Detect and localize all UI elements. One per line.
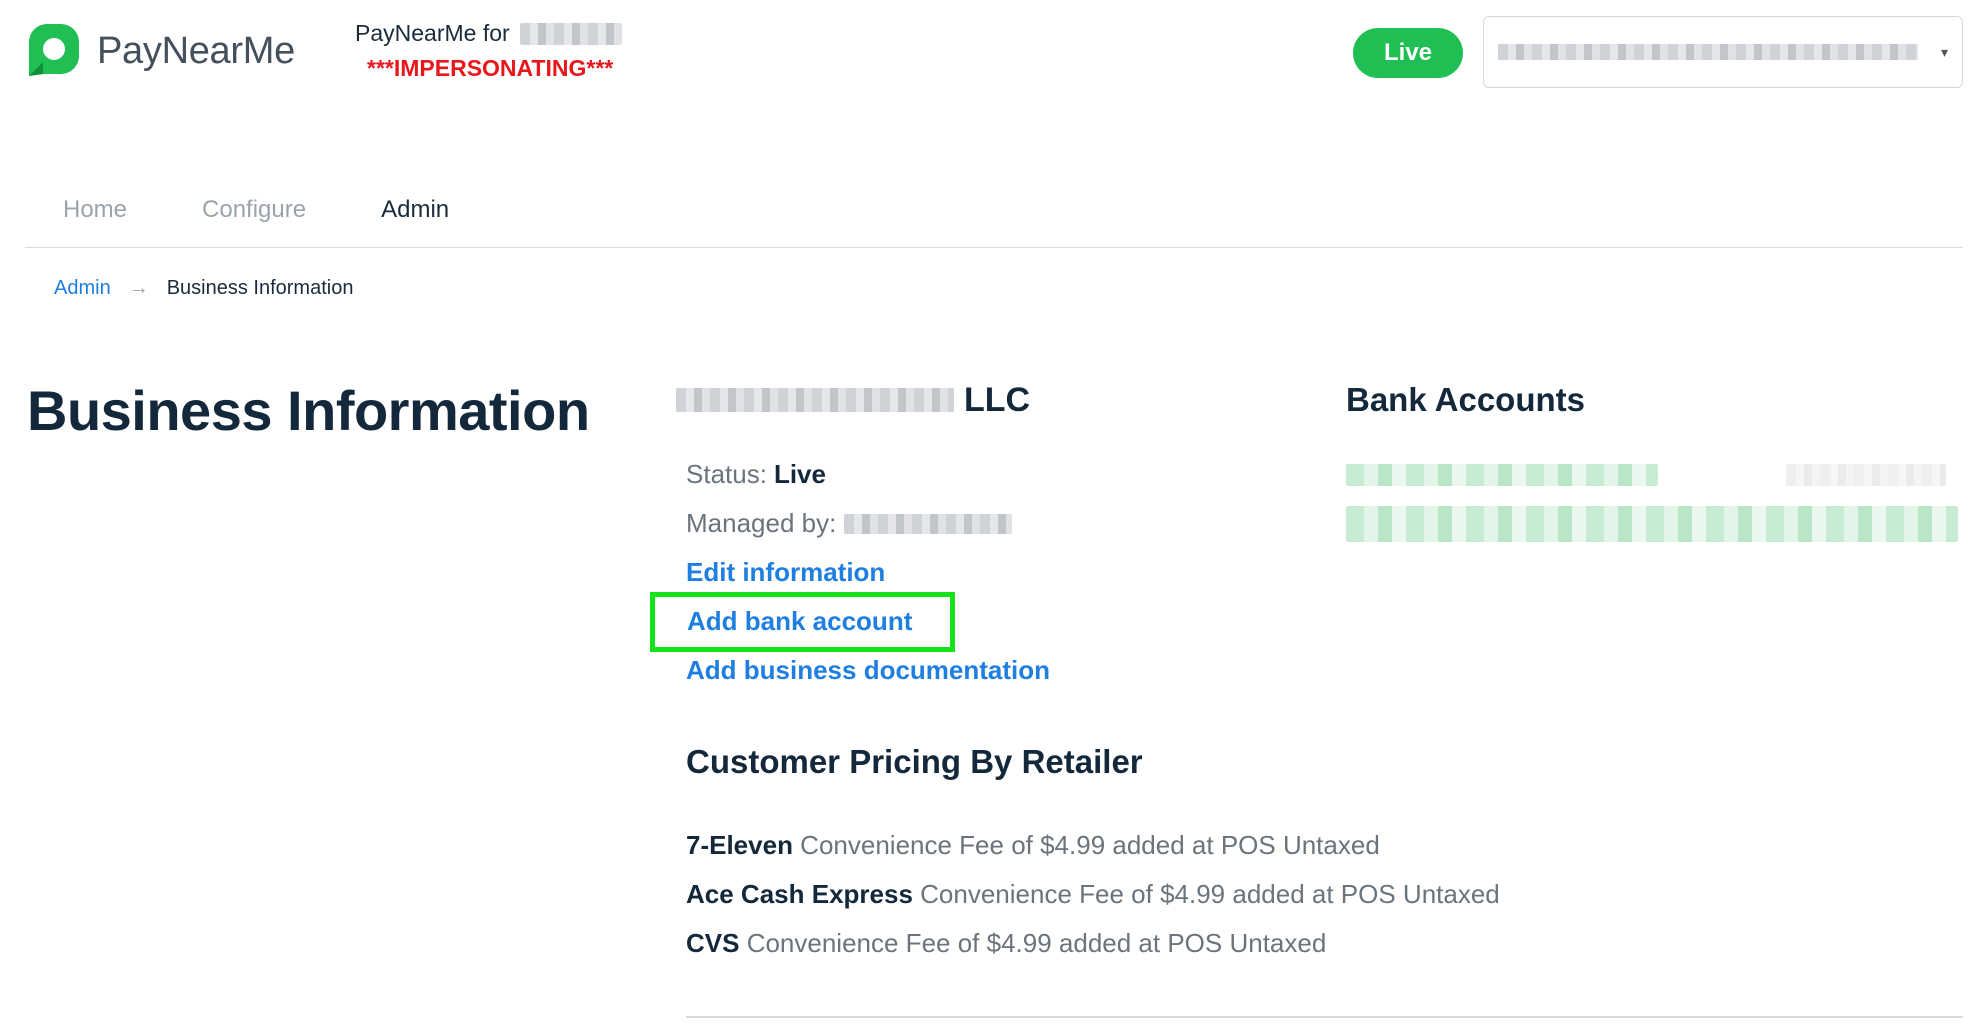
business-name: LLC <box>676 372 1366 428</box>
retailer-fee-detail: Convenience Fee of $4.99 added at POS Un… <box>800 830 1380 860</box>
bank-account-redacted <box>1346 464 1658 486</box>
pricing-row: CVS Convenience Fee of $4.99 added at PO… <box>686 919 1366 968</box>
bank-accounts-title: Bank Accounts <box>1346 381 1585 418</box>
add-bank-account-link[interactable]: Add bank account <box>687 606 912 636</box>
chevron-down-icon: ▾ <box>1940 43 1948 60</box>
pricing-row: Ace Cash Express Convenience Fee of $4.9… <box>686 870 1500 919</box>
add-business-documentation-link[interactable]: Add business documentation <box>686 646 1366 695</box>
business-name-redacted <box>676 388 954 412</box>
arrow-right-icon: → <box>128 277 149 299</box>
managed-by-redacted <box>844 513 1013 534</box>
paynearme-logo-icon <box>29 24 79 76</box>
paynearme-logo[interactable]: PayNearMe <box>25 22 295 80</box>
impersonation-banner: PayNearMe for ***IMPERSONATING*** <box>355 20 635 82</box>
status-label: Status: <box>686 459 767 489</box>
pricing-section-title: Customer Pricing By Retailer <box>686 743 1143 780</box>
status-line: Status: Live <box>686 450 1366 499</box>
page-title: Business Information <box>27 379 590 442</box>
section-divider <box>686 1016 1963 1018</box>
breadcrumb-current: Business Information <box>166 277 354 299</box>
impersonation-warning: ***IMPERSONATING*** <box>367 55 614 81</box>
pricing-list: 7-Eleven Convenience Fee of $4.99 added … <box>686 821 1500 968</box>
environment-live-badge[interactable]: Live <box>1353 28 1463 78</box>
main-nav: Home Configure Admin <box>25 178 1963 248</box>
retailer-name: 7-Eleven <box>686 830 801 860</box>
bank-account-redacted-faint <box>1786 464 1946 486</box>
business-name-suffix: LLC <box>964 380 1031 419</box>
status-value: Live <box>773 459 826 489</box>
add-bank-account-row: Add bank account <box>650 591 1366 652</box>
pricing-row: 7-Eleven Convenience Fee of $4.99 added … <box>686 821 1380 870</box>
account-selector[interactable]: ▾ <box>1483 16 1963 88</box>
retailer-name: CVS <box>686 928 747 958</box>
bank-accounts-section: Bank Accounts <box>1346 372 1966 542</box>
tab-admin[interactable]: Admin <box>381 178 449 246</box>
retailer-name: Ace Cash Express <box>686 879 921 909</box>
managed-by-label: Managed by: <box>686 508 837 538</box>
impersonated-user-redacted <box>519 22 622 45</box>
breadcrumb-admin-link[interactable]: Admin <box>54 277 111 300</box>
tab-configure[interactable]: Configure <box>202 178 306 246</box>
logo-wordmark: PayNearMe <box>97 29 295 72</box>
bank-account-redacted <box>1346 506 1958 542</box>
breadcrumb: Admin → Business Information <box>54 277 353 300</box>
retailer-fee-detail: Convenience Fee of $4.99 added at POS Un… <box>920 879 1500 909</box>
impersonation-label: PayNearMe for <box>355 20 510 46</box>
business-details: LLC Status: Live Managed by: Edit inform… <box>650 372 1500 968</box>
retailer-fee-detail: Convenience Fee of $4.99 added at POS Un… <box>746 928 1327 958</box>
account-selector-value-redacted <box>1498 44 1918 60</box>
managed-by-line: Managed by: <box>686 499 1366 548</box>
edit-information-link[interactable]: Edit information <box>686 548 1366 597</box>
add-bank-account-highlight: Add bank account <box>650 591 956 652</box>
tab-home[interactable]: Home <box>63 178 127 246</box>
